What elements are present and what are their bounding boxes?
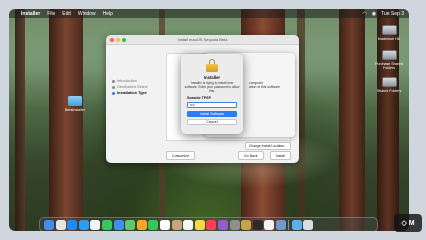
desktop-icon-label: Purchase Shared Folders bbox=[375, 62, 403, 71]
overlay-badge-label: M bbox=[408, 219, 415, 227]
hard-drive-icon bbox=[381, 25, 397, 35]
maps-icon[interactable] bbox=[125, 219, 136, 230]
trash-icon[interactable] bbox=[303, 219, 314, 230]
installer-icon[interactable] bbox=[241, 219, 252, 230]
lock-body bbox=[206, 64, 218, 72]
messages-icon[interactable] bbox=[101, 219, 112, 230]
installer-sheet-text: computer ation of this software bbox=[249, 81, 280, 90]
menu-status-area: ◠ ◉ Tue Sep 3 bbox=[362, 11, 404, 17]
desktop-icon-shared-folders[interactable]: Shared Folders bbox=[371, 77, 407, 93]
menu-help[interactable]: Help bbox=[103, 11, 113, 17]
menu-clock[interactable]: Tue Sep 3 bbox=[381, 11, 404, 17]
menu-bar: Installer File Edit Window Help ◠ ◉ Tue … bbox=[9, 9, 409, 18]
desktop-icon-beta-installer[interactable]: BetaInstaller bbox=[57, 96, 93, 112]
install-button[interactable]: Install bbox=[269, 151, 291, 160]
menu-file[interactable]: File bbox=[47, 11, 55, 17]
diamond-icon: ◇ bbox=[401, 220, 407, 227]
terminal-icon[interactable] bbox=[252, 219, 263, 230]
step-destination: Destination Select bbox=[112, 85, 162, 89]
desktop-icon-label: BetaInstaller bbox=[65, 108, 85, 112]
notes-icon[interactable] bbox=[194, 219, 205, 230]
settings-icon[interactable] bbox=[229, 219, 240, 230]
customize-button[interactable]: Customize bbox=[166, 151, 195, 160]
mail-icon[interactable] bbox=[113, 219, 124, 230]
calendar-icon[interactable] bbox=[159, 219, 170, 230]
go-back-button[interactable]: Go Back bbox=[237, 151, 264, 160]
dock bbox=[39, 217, 378, 231]
wifi-icon[interactable]: ◠ bbox=[362, 11, 366, 17]
install-software-button[interactable]: Install Software bbox=[187, 110, 237, 117]
installer-titlebar[interactable]: Install macOS Sequoia Beta bbox=[106, 35, 299, 45]
overlay-badge[interactable]: ◇ M bbox=[394, 214, 422, 232]
chrome-icon[interactable] bbox=[90, 219, 101, 230]
podcasts-icon[interactable] bbox=[217, 219, 228, 230]
reminders-icon[interactable] bbox=[183, 219, 194, 230]
change-install-location-button[interactable]: Change Install Location... bbox=[244, 142, 291, 150]
folder-icon[interactable] bbox=[291, 219, 302, 230]
step-introduction: Introduction bbox=[112, 79, 162, 83]
installer-nav-buttons: Go Back Install bbox=[237, 151, 291, 160]
auth-message: Installer is trying to install new softw… bbox=[184, 81, 240, 93]
wallpaper-tree bbox=[377, 9, 399, 231]
music-icon[interactable] bbox=[206, 219, 217, 230]
installer-title: Install macOS Sequoia Beta bbox=[177, 37, 228, 42]
desktop-icon-label: Macintosh HD bbox=[377, 37, 401, 41]
preview-icon[interactable] bbox=[275, 219, 286, 230]
auth-username[interactable]: Seaside TPSP bbox=[181, 96, 243, 100]
desktop-icon-label: Shared Folders bbox=[376, 89, 402, 93]
step-dot-icon bbox=[112, 91, 115, 95]
textedit-icon[interactable] bbox=[264, 219, 275, 230]
sheet-line: ation of this software bbox=[249, 85, 281, 90]
installer-steps: Introduction Destination Select Installa… bbox=[112, 79, 162, 98]
facetime-icon[interactable] bbox=[148, 219, 159, 230]
control-center-icon[interactable]: ◉ bbox=[372, 11, 376, 17]
finder-icon[interactable] bbox=[44, 219, 54, 230]
outer-frame: Installer File Edit Window Help ◠ ◉ Tue … bbox=[0, 0, 426, 240]
cancel-button[interactable]: Cancel bbox=[187, 118, 237, 125]
step-label: Destination Select bbox=[117, 85, 148, 90]
step-installation-type: Installation Type bbox=[112, 91, 162, 95]
desktop-icon-macintosh-hd[interactable]: Macintosh HD bbox=[371, 25, 407, 41]
dock-separator bbox=[288, 219, 290, 230]
contacts-icon[interactable] bbox=[171, 219, 182, 230]
desktop-icon-purchase-shared[interactable]: Purchase Shared Folders bbox=[371, 50, 407, 71]
wallpaper-tree bbox=[15, 9, 25, 231]
step-label: Introduction bbox=[117, 79, 137, 83]
appstore-icon[interactable] bbox=[67, 219, 78, 230]
launchpad-icon[interactable] bbox=[55, 219, 66, 230]
menu-edit[interactable]: Edit bbox=[62, 11, 71, 17]
network-drive-icon bbox=[381, 50, 397, 60]
photos-icon[interactable] bbox=[136, 219, 147, 230]
auth-title: Installer bbox=[203, 75, 221, 80]
step-label: Installation Type bbox=[117, 91, 147, 96]
auth-dialog: Installer Installer is trying to install… bbox=[181, 54, 243, 134]
network-drive-icon bbox=[381, 77, 397, 87]
wallpaper-tree bbox=[339, 9, 365, 231]
password-field[interactable]: •••• bbox=[187, 101, 237, 108]
wallpaper-tree bbox=[49, 9, 83, 231]
lock-icon bbox=[205, 59, 219, 72]
menu-window[interactable]: Window bbox=[78, 11, 96, 17]
desktop-screen: Installer File Edit Window Help ◠ ◉ Tue … bbox=[9, 9, 409, 231]
step-dot-icon bbox=[112, 85, 115, 89]
installer-package-icon bbox=[68, 96, 82, 106]
menu-app-name[interactable]: Installer bbox=[21, 11, 40, 17]
step-dot-icon bbox=[112, 79, 115, 83]
safari-icon[interactable] bbox=[78, 219, 89, 230]
